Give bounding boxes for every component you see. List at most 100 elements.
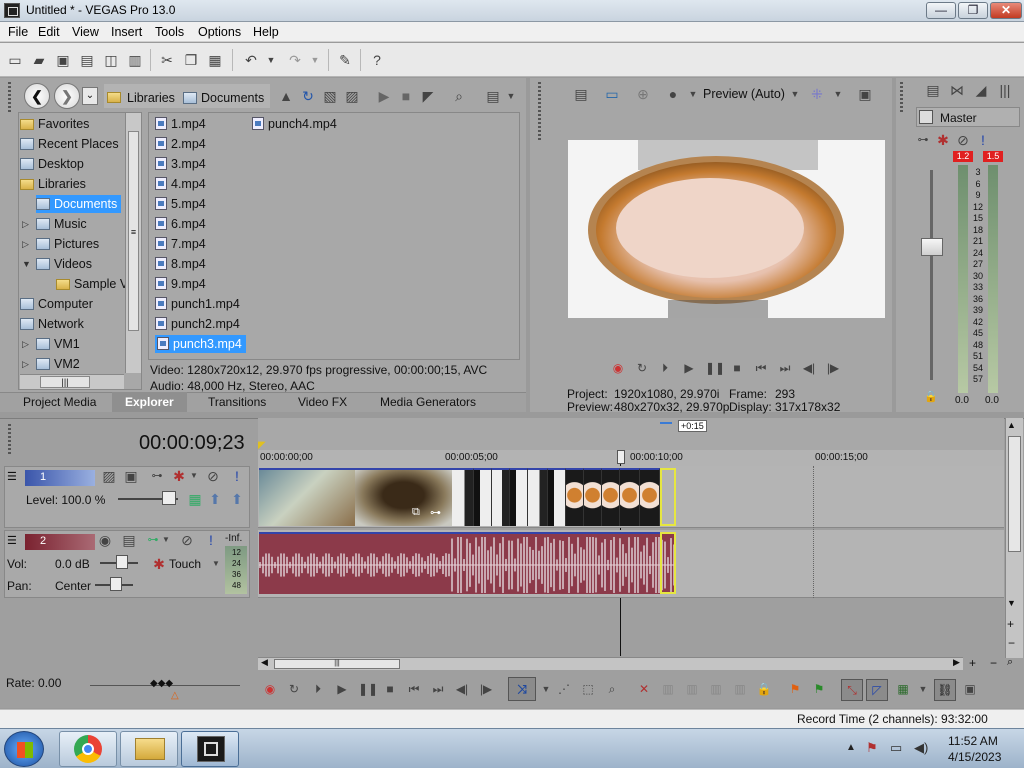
auto-crossfades-icon[interactable]: ⛓ (934, 679, 956, 701)
expand-music-icon[interactable]: ▷ (22, 219, 29, 230)
clock-time[interactable]: 11:52 AM (948, 734, 998, 748)
maximize-button[interactable]: ❐ (958, 2, 988, 19)
volume-slider-handle[interactable] (116, 555, 128, 569)
scrollbar-thumb[interactable] (1008, 436, 1021, 552)
automation-mode-select[interactable]: Touch (169, 557, 201, 571)
save-as-icon[interactable]: ▤ (78, 51, 96, 69)
up-folder-icon[interactable]: ▲ (277, 87, 295, 105)
auto-preview-icon[interactable]: ◤ (419, 87, 437, 105)
downmix-icon[interactable]: ⋈ (948, 81, 966, 99)
event-pan-crop-icon[interactable]: ⧉ (412, 506, 420, 519)
file-item[interactable]: punch3.mp4 (155, 335, 246, 353)
scrollbar-thumb[interactable]: ≡ (128, 131, 139, 331)
tab-transitions[interactable]: Transitions (208, 395, 266, 409)
edit-tool-dropdown-icon[interactable]: ▼ (538, 681, 554, 697)
video-event[interactable] (259, 468, 355, 526)
video-event[interactable] (548, 468, 566, 526)
master-fx-icon[interactable]: ⊶ (914, 131, 932, 149)
tree-item-recent-places[interactable]: Recent Places (20, 135, 119, 153)
undo-icon[interactable]: ↶ (242, 51, 260, 69)
scroll-down-icon[interactable]: ▼ (1007, 598, 1016, 608)
tree-item-videos[interactable]: Videos (36, 255, 92, 273)
automation-settings-icon[interactable]: ✱ (150, 555, 168, 573)
redo-dropdown-icon[interactable]: ▼ (306, 51, 324, 69)
paste-icon[interactable]: ▦ (206, 51, 224, 69)
file-item[interactable]: punch4.mp4 (252, 115, 337, 133)
go-to-end-button[interactable]: ⏭ (430, 681, 446, 697)
action-center-icon[interactable]: ⚑ (866, 740, 878, 756)
record-button[interactable]: ◉ (610, 360, 626, 376)
selected-video-event[interactable] (660, 468, 676, 526)
video-event[interactable] (566, 468, 584, 526)
forward-button[interactable]: ❯ (54, 83, 80, 109)
trim-start-icon[interactable]: ▥ (684, 681, 700, 697)
track-motion-icon[interactable]: ▨ (100, 467, 118, 485)
scrollbar-thumb[interactable]: ||| (40, 376, 90, 388)
split-dropdown-icon[interactable]: ▼ (684, 85, 702, 103)
compositing-child-icon[interactable]: ⬆ (228, 490, 246, 508)
collapse-track-icon[interactable]: ☰ (7, 470, 17, 483)
dim-output-icon[interactable]: ◢ (972, 81, 990, 99)
breadcrumb-libraries[interactable]: Libraries (127, 91, 175, 105)
video-event[interactable] (528, 468, 548, 526)
video-event[interactable] (640, 468, 660, 526)
rate-slider-handle[interactable]: ◆◆◆ (150, 678, 173, 689)
grouping-dropdown-icon[interactable]: ▼ (915, 681, 931, 697)
video-event[interactable] (620, 468, 640, 526)
save-icon[interactable]: ▣ (54, 51, 72, 69)
tab-explorer[interactable]: Explorer (112, 392, 187, 412)
video-event[interactable] (584, 468, 602, 526)
record-button[interactable]: ◉ (262, 681, 278, 697)
render-icon[interactable]: ◫ (102, 51, 120, 69)
play-button[interactable]: ▶ (681, 360, 697, 376)
mute-icon[interactable]: ⊘ (178, 531, 196, 549)
tree-item-network[interactable]: Network (20, 315, 84, 333)
compositing-parent-icon[interactable]: ⬆ (206, 490, 224, 508)
views-dropdown-icon[interactable]: ▼ (502, 87, 520, 105)
file-item[interactable]: 9.mp4 (155, 275, 206, 293)
selection-edit-tool-icon[interactable]: ⬚ (580, 681, 596, 697)
tree-item-computer[interactable]: Computer (20, 295, 93, 313)
video-event[interactable] (452, 468, 474, 526)
network-status-icon[interactable]: ▭ (890, 740, 902, 756)
dock-grip[interactable] (8, 424, 11, 454)
fader-lock-icon[interactable]: 🔒 (922, 388, 940, 406)
scroll-right-icon[interactable]: ▶ (953, 657, 960, 668)
file-item[interactable]: punch1.mp4 (155, 295, 240, 313)
zoom-out-track-icon[interactable]: − (1008, 636, 1015, 650)
undo-dropdown-icon[interactable]: ▼ (262, 51, 280, 69)
expand-vm2-icon[interactable]: ▷ (22, 359, 29, 370)
master-solo-icon[interactable]: ! (974, 131, 992, 149)
level-slider-handle[interactable] (162, 491, 176, 505)
taskbar-chrome[interactable] (59, 731, 117, 767)
stop-button[interactable]: ■ (382, 681, 398, 697)
menu-tools[interactable]: Tools (155, 25, 184, 39)
zoom-edit-tool-icon[interactable]: ⌕ (604, 681, 620, 697)
event-fx-icon[interactable]: ⊶ (430, 506, 441, 519)
video-event[interactable] (602, 468, 620, 526)
video-event[interactable] (510, 468, 528, 526)
tree-item-favorites[interactable]: Favorites (20, 115, 89, 133)
video-fx-icon[interactable]: ⊕ (634, 85, 652, 103)
new-folder-icon[interactable]: ▧ (321, 87, 339, 105)
volume-icon[interactable]: ◀) (914, 740, 928, 756)
fx-dropdown-icon[interactable]: ▼ (157, 531, 175, 549)
cut-icon[interactable]: ✂ (158, 51, 176, 69)
menu-insert[interactable]: Insert (111, 25, 142, 39)
video-event[interactable] (492, 468, 510, 526)
file-item[interactable]: 8.mp4 (155, 255, 206, 273)
ignore-event-grouping-icon[interactable]: ▦ (895, 681, 911, 697)
play-from-start-button[interactable]: ⏵ (310, 681, 326, 697)
track-properties-icon[interactable]: ▤ (120, 531, 138, 549)
menu-file[interactable]: File (8, 25, 28, 39)
tree-horizontal-scrollbar[interactable]: ||| (20, 374, 124, 389)
taskbar-vegas[interactable] (181, 731, 239, 767)
new-project-icon[interactable]: ▭ (6, 51, 24, 69)
scroll-left-icon[interactable]: ◀ (261, 657, 268, 668)
tree-item-music[interactable]: Music (36, 215, 87, 233)
tree-item-vm1[interactable]: VM1 (36, 335, 80, 353)
expand-vm1-icon[interactable]: ▷ (22, 339, 29, 350)
recent-locations-dropdown[interactable]: ⌄ (82, 87, 98, 105)
show-hidden-icons[interactable]: ▲ (846, 742, 856, 753)
master-automation-icon[interactable]: ✱ (934, 131, 952, 149)
